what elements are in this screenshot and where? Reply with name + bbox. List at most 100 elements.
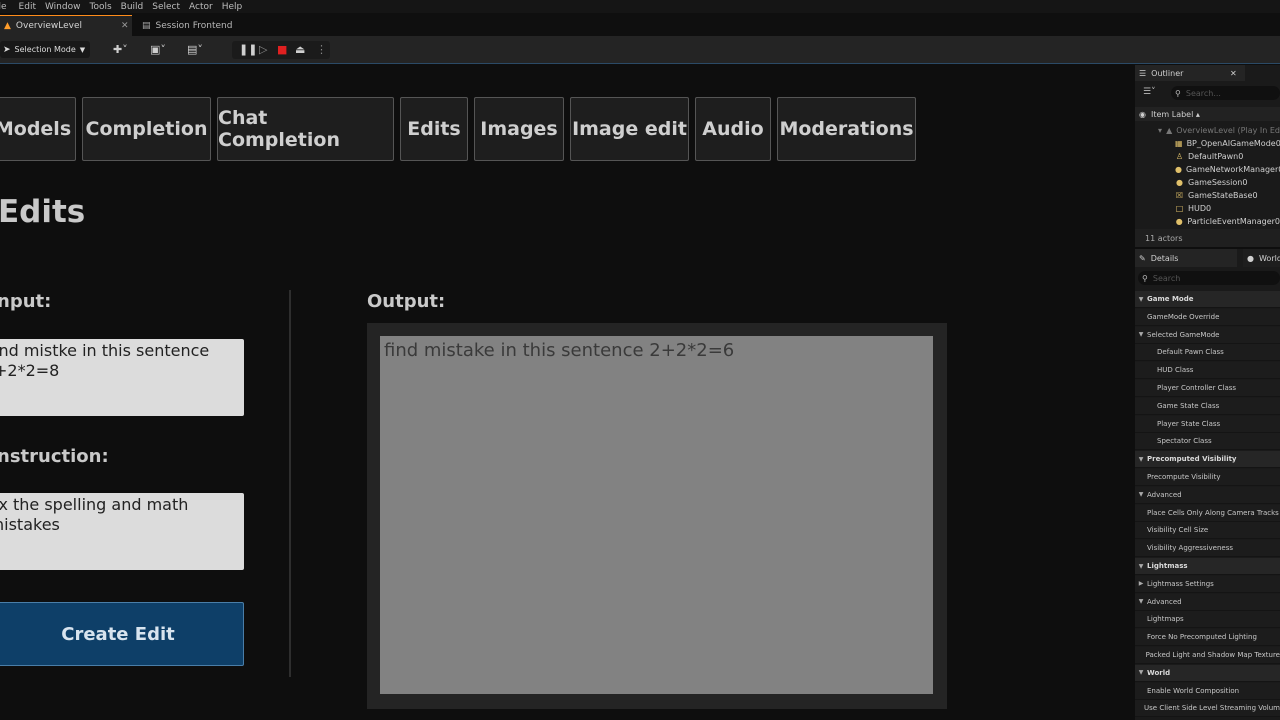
blueprint-icon[interactable]: ▣˅ <box>150 43 166 56</box>
property-label: Spectator Class <box>1157 437 1212 446</box>
list-item[interactable]: ● GameNetworkManager0 <box>1135 163 1280 176</box>
nav-completion-button[interactable]: Completion <box>82 97 211 161</box>
expand-arrow-icon[interactable]: ▼ <box>1135 331 1147 338</box>
property-row[interactable]: Packed Light and Shadow Map Texture <box>1135 647 1280 664</box>
property-row[interactable]: Force No Precomputed Lighting <box>1135 629 1280 647</box>
details-tabs: ✎ Details ● World <box>1135 249 1280 267</box>
list-item[interactable]: ▦ BP_OpenAIGameMode0 <box>1135 137 1280 150</box>
instruction-field[interactable]: ix the spelling and math nistakes <box>0 493 244 570</box>
property-row[interactable]: ▼ Advanced <box>1135 486 1280 504</box>
outliner-tab[interactable]: ☰ Outliner ✕ <box>1135 65 1245 81</box>
tab-session-frontend[interactable]: ▤ Session Frontend <box>138 15 278 36</box>
property-row[interactable]: Place Cells Only Along Camera Tracks <box>1135 504 1280 522</box>
expand-arrow-icon[interactable]: ▶ <box>1135 580 1147 587</box>
property-label: Lightmass Settings <box>1147 579 1214 588</box>
property-row[interactable]: Enable World Composition <box>1135 682 1280 700</box>
property-row[interactable]: ▶ Lightmass Settings <box>1135 575 1280 593</box>
property-row[interactable]: Lightmaps <box>1135 611 1280 629</box>
create-edit-button[interactable]: Create Edit <box>0 602 244 666</box>
nav-images-button[interactable]: Images <box>474 97 564 161</box>
property-row[interactable]: ▼ Selected GameMode <box>1135 326 1280 344</box>
session-icon: ▤ <box>142 20 151 31</box>
menu-help[interactable]: Help <box>222 2 252 12</box>
pawn-icon: ♙ <box>1175 152 1184 161</box>
property-row[interactable]: Visibility Cell Size <box>1135 522 1280 540</box>
tab-world-settings[interactable]: ● World <box>1243 249 1280 267</box>
tab-details[interactable]: ✎ Details <box>1135 249 1237 267</box>
selection-mode-dropdown[interactable]: ➤ Selection Mode ▼ <box>0 41 90 58</box>
menu-actor[interactable]: Actor <box>189 2 222 12</box>
property-label: Visibility Cell Size <box>1147 526 1209 535</box>
play-controls: ❚❚ ▷ ■ ⏏ ⋮ <box>232 41 330 59</box>
property-row[interactable]: Game State Class <box>1135 397 1280 415</box>
stop-icon[interactable]: ■ <box>277 43 287 56</box>
item-label-column-header[interactable]: ◉ Item Label ▴ <box>1135 107 1280 121</box>
close-icon[interactable]: ✕ <box>1230 69 1237 78</box>
output-field[interactable]: find mistake in this sentence 2+2*2=6 <box>380 336 933 694</box>
cinematics-icon[interactable]: ▤˅ <box>187 43 203 56</box>
property-category[interactable]: ▼ Lightmass <box>1135 558 1280 575</box>
nav-audio-button[interactable]: Audio <box>695 97 771 161</box>
outliner-search-input[interactable]: ⚲ Search... <box>1171 86 1280 100</box>
property-label: Player Controller Class <box>1157 384 1237 392</box>
property-category[interactable]: ▼ Game Mode <box>1135 291 1280 308</box>
property-row[interactable]: HUD Class <box>1135 362 1280 380</box>
nav-models-button[interactable]: Models <box>0 97 76 161</box>
property-row[interactable]: Default Pawn Class <box>1135 344 1280 362</box>
expand-arrow-icon[interactable]: ▼ <box>1135 563 1147 570</box>
expand-arrow-icon[interactable]: ▼ <box>1135 598 1147 605</box>
nav-moderations-button[interactable]: Moderations <box>777 97 916 161</box>
expand-arrow-icon[interactable]: ▾ <box>1158 126 1162 135</box>
step-icon[interactable]: ▷ <box>259 43 267 56</box>
nav-chat-completion-button[interactable]: Chat Completion <box>217 97 394 161</box>
menu-file[interactable]: ile <box>0 2 19 12</box>
expand-arrow-icon[interactable]: ▼ <box>1135 296 1147 303</box>
filter-icon[interactable]: ☰˅ <box>1143 87 1156 97</box>
property-category[interactable]: ▼ Precomputed Visibility <box>1135 451 1280 469</box>
more-options-icon[interactable]: ⋮ <box>316 43 327 56</box>
property-row[interactable]: Precompute Visibility <box>1135 469 1280 486</box>
property-row[interactable]: Spectator Class <box>1135 433 1280 451</box>
input-field[interactable]: ind mistke in this sentence +2*2=8 <box>0 339 244 416</box>
close-icon[interactable]: ✕ <box>121 21 129 31</box>
property-row[interactable]: Player State Class <box>1135 415 1280 433</box>
actor-sphere-icon: ● <box>1176 178 1183 187</box>
expand-arrow-icon[interactable]: ▼ <box>1135 456 1147 463</box>
property-label: Advanced <box>1147 597 1182 606</box>
property-row[interactable]: Player Controller Class <box>1135 380 1280 397</box>
tree-root-row[interactable]: ▾ ▲ OverviewLevel (Play In Ed <box>1135 124 1280 137</box>
item-label: GameSession0 <box>1188 178 1248 187</box>
nav-image-edit-button[interactable]: Image edit <box>570 97 689 161</box>
property-category[interactable]: ▼ World <box>1135 664 1280 682</box>
details-search-input[interactable]: ⚲ Search <box>1138 271 1280 285</box>
list-icon: ☰ <box>1139 68 1147 78</box>
list-item[interactable]: ♙ DefaultPawn0 <box>1135 150 1280 163</box>
list-item[interactable]: ● ParticleEventManager0 <box>1135 215 1280 228</box>
menu-tools[interactable]: Tools <box>89 2 120 12</box>
property-label: Visibility Aggressiveness <box>1147 544 1233 553</box>
menu-build[interactable]: Build <box>121 2 153 12</box>
property-row[interactable]: ▼ Advanced <box>1135 593 1280 611</box>
expand-arrow-icon[interactable]: ▼ <box>1135 491 1147 498</box>
list-item[interactable]: ● GameSession0 <box>1135 176 1280 189</box>
actor-count: 11 actors <box>1135 229 1280 247</box>
list-item[interactable]: ☒ GameStateBase0 <box>1135 189 1280 202</box>
menu-window[interactable]: Window <box>45 2 90 12</box>
pause-icon[interactable]: ❚❚ <box>239 43 257 56</box>
eject-icon[interactable]: ⏏ <box>295 43 305 56</box>
cursor-icon: ➤ <box>3 44 11 55</box>
tab-overview-level[interactable]: ▲ OverviewLevel ✕ <box>0 15 132 36</box>
list-item[interactable]: □ HUD0 <box>1135 202 1280 215</box>
menu-edit[interactable]: Edit <box>19 2 45 12</box>
eye-icon[interactable]: ◉ <box>1139 110 1146 119</box>
property-row[interactable]: Use Client Side Level Streaming Volum <box>1135 700 1280 718</box>
output-label: Output: <box>367 291 446 312</box>
property-row[interactable]: GameMode Override <box>1135 308 1280 326</box>
property-row[interactable]: Visibility Aggressiveness <box>1135 540 1280 558</box>
details-panel: ✎ Details ● World ⚲ Search ▼ Game Mode Gam… <box>1135 249 1280 720</box>
menu-select[interactable]: Select <box>152 2 189 12</box>
globe-icon: ● <box>1247 253 1254 263</box>
nav-edits-button[interactable]: Edits <box>400 97 468 161</box>
expand-arrow-icon[interactable]: ▼ <box>1135 669 1147 676</box>
add-actor-icon[interactable]: ✚˅ <box>113 43 128 56</box>
